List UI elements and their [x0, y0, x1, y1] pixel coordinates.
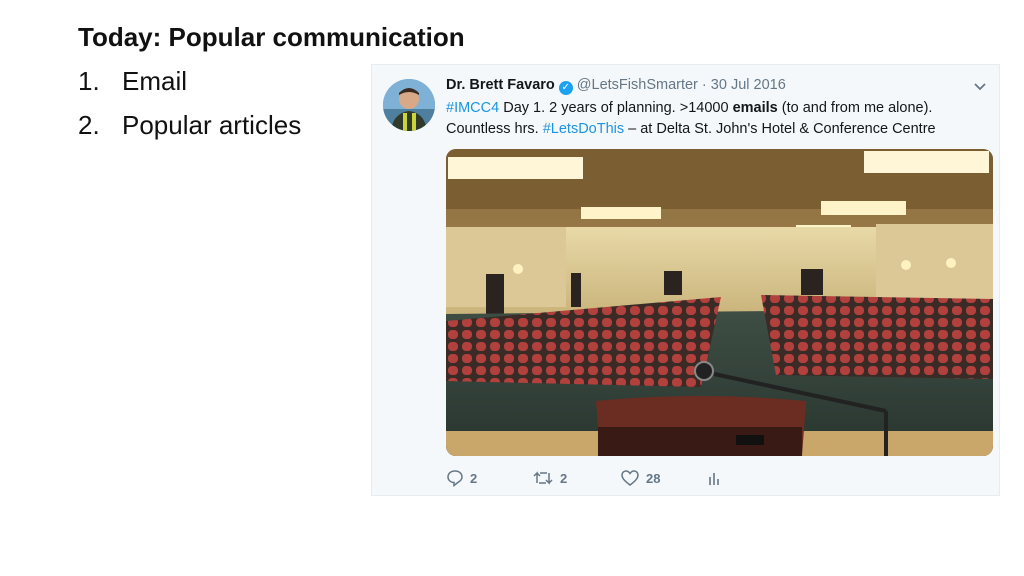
tweet-card[interactable]: Dr. Brett Favaro ✓ @LetsFishSmarter · 30 J…: [371, 64, 1000, 496]
header-separator: ·: [701, 77, 707, 93]
slide-title: Today: Popular communication: [78, 22, 465, 52]
list-number: 2.: [78, 110, 100, 140]
list-item: 1. Email: [78, 64, 301, 108]
author-handle[interactable]: @LetsFishSmarter: [577, 77, 698, 93]
list-label: Email: [122, 66, 188, 96]
tweet-date[interactable]: 30 Jul 2016: [711, 77, 786, 93]
avatar[interactable]: [383, 79, 435, 131]
hashtag-link[interactable]: #LetsDoThis: [543, 121, 624, 137]
author-name[interactable]: Dr. Brett Favaro: [446, 77, 555, 93]
tweet-text-part: – at Delta St. John's Hotel & Conference…: [624, 121, 936, 137]
tweet-photo[interactable]: [446, 149, 993, 456]
list-label: Popular articles: [122, 110, 302, 140]
tweet-text: #IMCC4 Day 1. 2 years of planning. >1400…: [446, 98, 986, 140]
analytics-button[interactable]: [708, 469, 722, 487]
like-button[interactable]: 28: [620, 469, 660, 487]
reply-count: 2: [470, 470, 478, 486]
verified-icon: ✓: [558, 81, 573, 95]
list-item: 2. Popular articles: [78, 108, 301, 152]
reply-button[interactable]: 2: [446, 469, 477, 487]
tweet-text-part: (to and from me alone).: [777, 100, 933, 116]
retweet-button[interactable]: 2: [532, 469, 567, 487]
tweet-text-part: Countless hrs.: [446, 121, 543, 137]
tweet-text-part: Day 1. 2 years of planning. >14000: [499, 100, 733, 116]
list-number: 1.: [78, 66, 100, 96]
like-icon: [620, 469, 640, 487]
reply-icon: [446, 469, 464, 487]
tweet-header: Dr. Brett Favaro ✓ @LetsFishSmarter · 30 J…: [446, 77, 786, 95]
tweet-text-bold: emails: [732, 100, 778, 116]
chevron-down-icon[interactable]: [973, 79, 987, 98]
analytics-icon: [708, 469, 722, 487]
retweet-count: 2: [560, 470, 568, 486]
hashtag-link[interactable]: #IMCC4: [446, 100, 499, 116]
like-count: 28: [646, 470, 661, 486]
slide-bullet-list: 1. Email 2. Popular articles: [78, 64, 301, 152]
retweet-icon: [532, 469, 554, 487]
